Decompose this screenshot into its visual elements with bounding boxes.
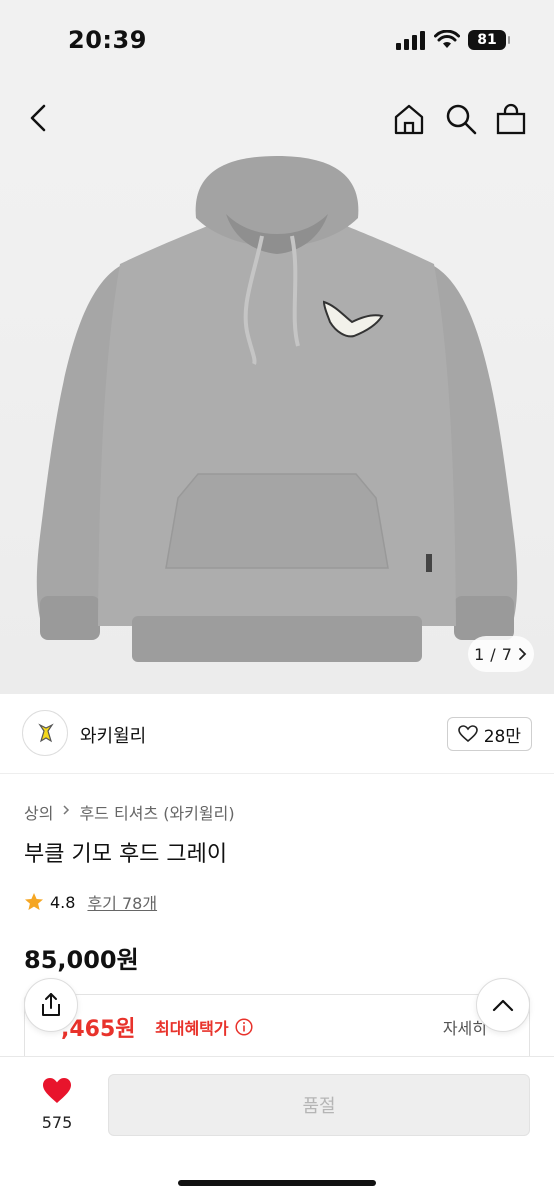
brand-like-button[interactable]: 28만 (446, 717, 532, 751)
product-image[interactable]: 1 / 7 (0, 156, 554, 694)
search-icon[interactable] (444, 102, 478, 136)
hoodie-image (36, 156, 518, 662)
rating-row: 4.8 후기 78개 (24, 890, 157, 914)
brand-like-count: 28만 (483, 726, 521, 747)
status-icons: 81 (396, 30, 510, 50)
top-nav (0, 80, 554, 156)
benefit-label-row: 최대혜택가 (155, 1015, 253, 1039)
chevron-right-icon (518, 648, 527, 660)
scroll-top-button[interactable] (476, 978, 530, 1032)
heart-outline-icon (457, 725, 478, 743)
chevron-right-icon (63, 805, 70, 815)
image-counter-total: 7 (501, 644, 512, 664)
brand-mascot-icon (38, 723, 54, 743)
benefit-label: 최대혜택가 (155, 1019, 229, 1038)
shopping-bag-icon[interactable] (494, 102, 528, 136)
brand-logo (22, 710, 68, 756)
wishlist-count: 575 (41, 1113, 73, 1132)
signal-icon (396, 31, 425, 50)
sold-out-button[interactable]: 품절 (108, 1074, 530, 1136)
rating-score: 4.8 (50, 892, 76, 912)
image-counter-separator: / (490, 644, 496, 664)
image-counter-current: 1 (474, 644, 485, 664)
wishlist-button[interactable]: 575 (30, 1077, 84, 1132)
brand-row[interactable]: 와키윌리 28만 (0, 694, 554, 774)
home-icon[interactable] (392, 102, 426, 136)
brand-name[interactable]: 와키윌리 (80, 722, 146, 748)
star-icon (25, 893, 43, 910)
bottom-action-bar: 575 품절 (0, 1056, 554, 1200)
breadcrumb-subcategory[interactable]: 후드 티셔츠 (와키윌리) (79, 800, 234, 824)
product-price: 85,000원 (24, 946, 139, 974)
battery-icon: 81 (468, 30, 510, 50)
image-counter[interactable]: 1 / 7 (468, 636, 534, 672)
share-button[interactable] (24, 978, 78, 1032)
status-bar: 20:39 81 (0, 0, 554, 80)
heart-filled-icon (43, 1078, 71, 1103)
breadcrumb-category[interactable]: 상의 (24, 800, 53, 824)
status-time: 20:39 (68, 26, 147, 54)
info-icon[interactable] (235, 1018, 253, 1036)
review-count-link[interactable]: 후기 78개 (87, 890, 157, 914)
share-icon (42, 993, 60, 1016)
wifi-icon (434, 30, 460, 48)
product-title: 부클 기모 후드 그레이 (24, 842, 228, 867)
home-indicator (178, 1180, 376, 1186)
chevron-up-icon (492, 999, 514, 1012)
breadcrumb: 상의 후드 티셔츠 (와키윌리) (24, 800, 235, 824)
back-arrow-icon[interactable] (22, 100, 58, 136)
max-benefit-box[interactable]: ,465원 최대혜택가 자세히 (24, 994, 530, 1058)
